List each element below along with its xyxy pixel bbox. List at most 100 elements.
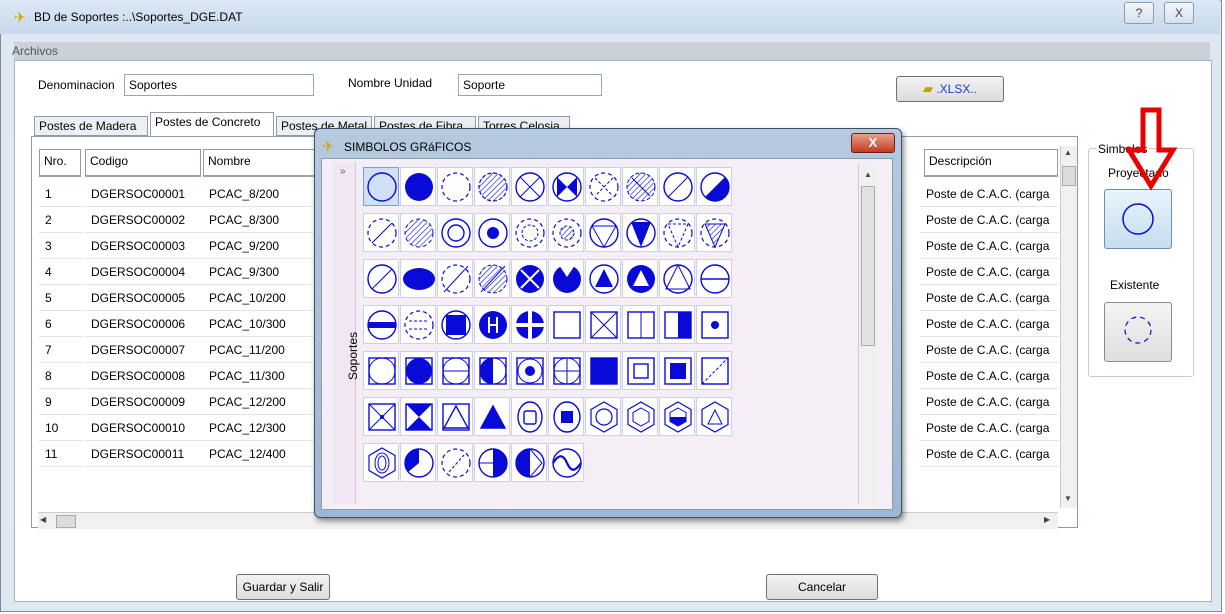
symbol-vtrihatch-icon[interactable]	[696, 213, 732, 252]
cell-descripcion[interactable]: Poste de C.A.C. (carga	[920, 363, 1060, 389]
symbol-slash-icon[interactable]	[659, 167, 695, 206]
symbol-sqxthin-icon[interactable]	[363, 397, 399, 436]
symbol-sqv-icon[interactable]	[622, 305, 658, 344]
cell-codigo[interactable]: DGERSOC00004	[85, 259, 203, 285]
symbol-solid-icon[interactable]	[400, 167, 436, 206]
cell-codigo[interactable]: DGERSOC00002	[85, 207, 203, 233]
cell-nombre[interactable]: PCAC_10/200	[203, 285, 315, 311]
symbol-hexoval-icon[interactable]	[363, 443, 399, 482]
symbol-sqcross-icon[interactable]	[548, 351, 584, 390]
cell-nro[interactable]: 1	[39, 181, 83, 207]
cell-codigo[interactable]: DGERSOC00003	[85, 233, 203, 259]
column-header-descripcion[interactable]: Descripción	[924, 149, 1058, 177]
symbol-hexring-icon[interactable]	[585, 397, 621, 436]
symbol-sqhalf-icon[interactable]	[659, 305, 695, 344]
symbol-xcircle-icon[interactable]	[511, 167, 547, 206]
existente-symbol-button[interactable]	[1104, 302, 1172, 362]
cancelar-button[interactable]: Cancelar	[766, 574, 878, 600]
column-header-nro[interactable]: Nro.	[39, 149, 81, 177]
tab-postes-concreto[interactable]: Postes de Concreto	[150, 112, 274, 137]
scroll-up-arrow-icon[interactable]: ▲	[1064, 148, 1072, 157]
tab-postes-madera[interactable]: Postes de Madera	[34, 116, 148, 136]
symbol-double-icon[interactable]	[437, 213, 473, 252]
cell-codigo[interactable]: DGERSOC00007	[85, 337, 203, 363]
symbol-hatched-icon[interactable]	[474, 167, 510, 206]
symbol-ovalsq-icon[interactable]	[511, 397, 547, 436]
symbol-dashed-icon[interactable]	[437, 167, 473, 206]
symbol-halfleft-icon[interactable]	[474, 443, 510, 482]
symbol-vtrisolid-icon[interactable]	[622, 213, 658, 252]
symbol-hcircle-icon[interactable]	[474, 305, 510, 344]
collapse-chevron-icon[interactable]: »	[340, 166, 346, 177]
cell-nro[interactable]: 8	[39, 363, 83, 389]
symbol-hatchslash-icon[interactable]	[474, 259, 510, 298]
cell-descripcion[interactable]: Poste de C.A.C. (carga	[920, 441, 1060, 467]
symbol-dashlines-icon[interactable]	[400, 305, 436, 344]
grid-vertical-scrollbar[interactable]: ▲ ▼	[1060, 146, 1077, 508]
guardar-salir-button[interactable]: Guardar y Salir	[236, 574, 330, 600]
symbol-sqsolidc-icon[interactable]	[400, 351, 436, 390]
symbol-sqhline-icon[interactable]	[437, 351, 473, 390]
cell-nombre[interactable]: PCAC_8/300	[203, 207, 315, 233]
symbol-oval-icon[interactable]	[400, 259, 436, 298]
cell-nombre[interactable]: PCAC_11/200	[203, 337, 315, 363]
symbol-slashdash2-icon[interactable]	[437, 259, 473, 298]
symbol-ovalsqsolid-icon[interactable]	[548, 397, 584, 436]
symbol-slash-icon[interactable]	[363, 259, 399, 298]
scroll-down-arrow-icon[interactable]: ▼	[1064, 494, 1072, 503]
dialog-vertical-scrollbar[interactable]: ▲	[858, 164, 877, 504]
dialog-close-button[interactable]: X	[851, 133, 895, 153]
symbol-sqdiagdash-icon[interactable]	[696, 351, 732, 390]
cell-nro[interactable]: 9	[39, 389, 83, 415]
cell-codigo[interactable]: DGERSOC00011	[85, 441, 203, 467]
cell-nombre[interactable]: PCAC_11/300	[203, 363, 315, 389]
column-header-codigo[interactable]: Codigo	[85, 149, 201, 177]
symbol-pie-icon[interactable]	[400, 443, 436, 482]
cell-nro[interactable]: 10	[39, 415, 83, 441]
cell-descripcion[interactable]: Poste de C.A.C. (carga	[920, 285, 1060, 311]
cell-descripcion[interactable]: Poste de C.A.C. (carga	[920, 207, 1060, 233]
symbol-slashdash-icon[interactable]	[363, 213, 399, 252]
cell-nombre[interactable]: PCAC_9/200	[203, 233, 315, 259]
symbol-notch-icon[interactable]	[548, 259, 584, 298]
symbol-hatchsmall-icon[interactable]	[548, 213, 584, 252]
cell-nombre[interactable]: PCAC_10/300	[203, 311, 315, 337]
symbol-sqdot-icon[interactable]	[696, 305, 732, 344]
symbol-band-icon[interactable]	[363, 305, 399, 344]
proyectado-symbol-button[interactable]	[1104, 189, 1172, 249]
horizontal-scroll-thumb[interactable]	[56, 515, 76, 528]
symbol-hline-icon[interactable]	[696, 259, 732, 298]
symbol-hexhex-icon[interactable]	[622, 397, 658, 436]
symbol-sqnested-icon[interactable]	[622, 351, 658, 390]
scroll-left-arrow-icon[interactable]: ◀	[40, 515, 46, 524]
dialog-scroll-thumb[interactable]	[861, 186, 875, 346]
cell-codigo[interactable]: DGERSOC00006	[85, 311, 203, 337]
symbol-sqnestedsolid-icon[interactable]	[659, 351, 695, 390]
cell-descripcion[interactable]: Poste de C.A.C. (carga	[920, 259, 1060, 285]
cell-nro[interactable]: 5	[39, 285, 83, 311]
symbol-halfv-icon[interactable]	[511, 443, 547, 482]
cell-nro[interactable]: 11	[39, 441, 83, 467]
symbol-sqring-icon[interactable]	[363, 351, 399, 390]
symbol-sqx-icon[interactable]	[585, 305, 621, 344]
cell-nombre[interactable]: PCAC_8/200	[203, 181, 315, 207]
nombre-unidad-field[interactable]: Soporte	[458, 74, 602, 96]
help-button[interactable]: ?	[1124, 2, 1154, 24]
cell-nombre[interactable]: PCAC_9/300	[203, 259, 315, 285]
symbol-sqcircle-icon[interactable]	[437, 305, 473, 344]
symbol-trisolid-icon[interactable]	[622, 259, 658, 298]
symbol-ring-icon[interactable]	[363, 167, 399, 206]
cell-nombre[interactable]: PCAC_12/200	[203, 389, 315, 415]
cell-descripcion[interactable]: Poste de C.A.C. (carga	[920, 181, 1060, 207]
menu-archivos[interactable]: Archivos	[12, 44, 58, 58]
cell-codigo[interactable]: DGERSOC00010	[85, 415, 203, 441]
symbol-hextri-icon[interactable]	[696, 397, 732, 436]
scroll-right-arrow-icon[interactable]: ▶	[1044, 515, 1050, 524]
symbol-doubledash-icon[interactable]	[511, 213, 547, 252]
xlsx-button[interactable]: ▰ .XLSX..	[896, 76, 1004, 102]
symbol-xhatch-icon[interactable]	[622, 167, 658, 206]
symbol-dashdiag-icon[interactable]	[437, 443, 473, 482]
cell-nro[interactable]: 3	[39, 233, 83, 259]
symbol-trisolid2-icon[interactable]	[474, 397, 510, 436]
symbol-sqdotc-icon[interactable]	[511, 351, 547, 390]
